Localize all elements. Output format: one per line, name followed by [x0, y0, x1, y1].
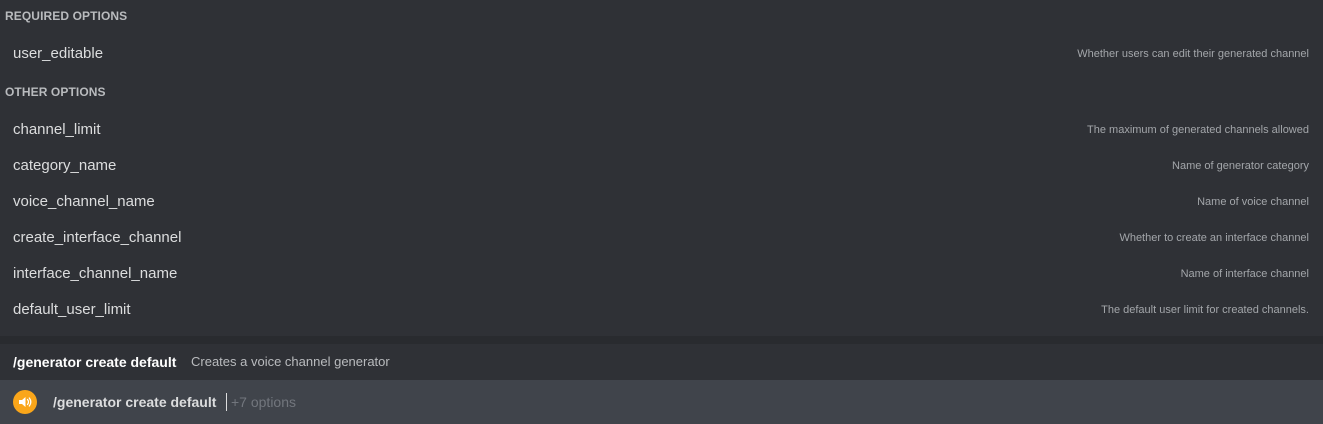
option-interface-channel-name[interactable]: interface_channel_name Name of interface… — [0, 256, 1323, 292]
option-description: Name of interface channel — [1180, 268, 1309, 280]
option-user-editable[interactable]: user_editable Whether users can edit the… — [0, 36, 1323, 72]
command-description: Creates a voice channel generator — [191, 354, 390, 369]
options-hint: +7 options — [231, 394, 296, 410]
option-name: create_interface_channel — [13, 229, 182, 246]
option-name: voice_channel_name — [13, 193, 155, 210]
option-name: category_name — [13, 157, 117, 174]
message-input[interactable]: /generator create default +7 options — [0, 380, 1323, 424]
option-name: default_user_limit — [13, 301, 131, 318]
command-info-bar[interactable]: /generator create default Creates a voic… — [0, 344, 1323, 380]
option-create-interface-channel[interactable]: create_interface_channel Whether to crea… — [0, 220, 1323, 256]
slash-command-autocomplete: REQUIRED OPTIONS user_editable Whether u… — [0, 0, 1323, 424]
speaker-icon — [13, 390, 37, 414]
input-command-text: /generator create default — [53, 394, 217, 410]
options-panel: REQUIRED OPTIONS user_editable Whether u… — [0, 0, 1323, 336]
option-description: Whether to create an interface channel — [1119, 232, 1309, 244]
option-description: Name of voice channel — [1197, 196, 1309, 208]
option-channel-limit[interactable]: channel_limit The maximum of generated c… — [0, 112, 1323, 148]
other-options-header: OTHER OPTIONS — [5, 85, 106, 99]
option-voice-channel-name[interactable]: voice_channel_name Name of voice channel — [0, 184, 1323, 220]
text-caret — [226, 393, 227, 411]
option-description: The default user limit for created chann… — [1101, 304, 1309, 316]
option-description: Name of generator category — [1172, 160, 1309, 172]
option-name: user_editable — [13, 45, 104, 62]
required-options-header: REQUIRED OPTIONS — [5, 9, 128, 23]
command-name: /generator create default — [13, 354, 177, 370]
option-default-user-limit[interactable]: default_user_limit The default user limi… — [0, 292, 1323, 328]
option-name: channel_limit — [13, 121, 101, 138]
option-description: Whether users can edit their generated c… — [1077, 48, 1309, 60]
panel-divider — [0, 336, 1323, 344]
option-name: interface_channel_name — [13, 265, 178, 282]
option-description: The maximum of generated channels allowe… — [1087, 124, 1309, 136]
option-category-name[interactable]: category_name Name of generator category — [0, 148, 1323, 184]
